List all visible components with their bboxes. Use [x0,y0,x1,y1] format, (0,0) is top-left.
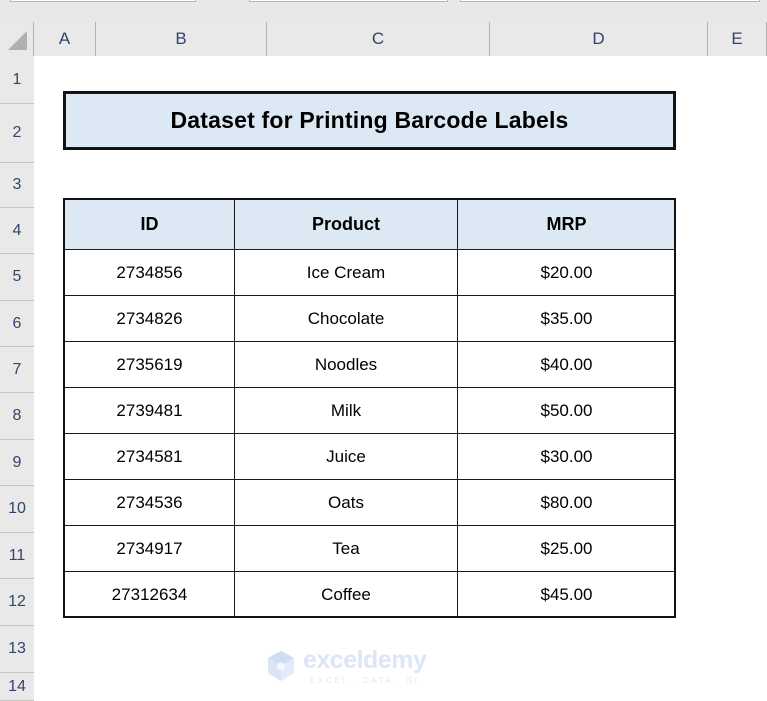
ribbon-strip [0,0,767,22]
table-row[interactable]: 2734826 Chocolate $35.00 [64,295,676,342]
dataset-title-text: Dataset for Printing Barcode Labels [170,107,569,133]
table-row[interactable]: 27312634 Coffee $45.00 [64,571,676,618]
row-header-4[interactable]: 4 [0,208,34,254]
ribbon-control-3[interactable] [460,0,760,2]
dataset-table[interactable]: ID Product MRP 2734856 Ice Cream $20.00 273… [64,199,676,618]
watermark-brand-name: exceldemy [303,645,427,674]
cell-id[interactable]: 2734856 [64,249,235,296]
cell-id[interactable]: 27312634 [64,571,235,618]
cell-mrp[interactable]: $30.00 [457,433,676,480]
table-row[interactable]: 2735619 Noodles $40.00 [64,341,676,388]
table-row[interactable]: 2734536 Oats $80.00 [64,479,676,526]
cell-mrp[interactable]: $80.00 [457,479,676,526]
row-header-7[interactable]: 7 [0,347,34,393]
table-row[interactable]: 2734581 Juice $30.00 [64,433,676,480]
cell-product[interactable]: Oats [234,479,458,526]
cell-product[interactable]: Juice [234,433,458,480]
column-header-e[interactable]: E [708,22,767,56]
column-header-d[interactable]: D [490,22,708,56]
cell-id[interactable]: 2734536 [64,479,235,526]
row-header-2[interactable]: 2 [0,104,34,163]
column-header-c[interactable]: C [267,22,490,56]
table-row[interactable]: 2739481 Milk $50.00 [64,387,676,434]
table-row[interactable]: 2734917 Tea $25.00 [64,525,676,572]
watermark-tagline: EXCEL · DATA · BI [310,674,420,685]
ribbon-control-1[interactable] [10,0,196,2]
column-header-product[interactable]: Product [234,199,458,250]
cell-mrp[interactable]: $50.00 [457,387,676,434]
row-header-5[interactable]: 5 [0,254,34,301]
column-header-b[interactable]: B [96,22,267,56]
cell-product[interactable]: Tea [234,525,458,572]
spreadsheet-grid: ABCDE 1 2 3 4 5 6 7 8 9 10 11 12 13 14 Dataset for Pr… [0,22,767,701]
cell-id[interactable]: 2734917 [64,525,235,572]
column-header-id[interactable]: ID [64,199,235,250]
ribbon-control-2[interactable] [249,0,448,2]
cell-id[interactable]: 2739481 [64,387,235,434]
select-all-button[interactable] [0,22,34,56]
row-header-12[interactable]: 12 [0,579,34,626]
watermark-text: exceldemy EXCEL · DATA · BI [303,645,427,685]
select-all-triangle-icon [8,31,27,50]
cell-mrp[interactable]: $20.00 [457,249,676,296]
exceldemy-watermark: exceldemy EXCEL · DATA · BI [266,645,466,687]
cell-mrp[interactable]: $35.00 [457,295,676,342]
column-header-mrp[interactable]: MRP [457,199,676,250]
cell-product[interactable]: Chocolate [234,295,458,342]
row-header-13[interactable]: 13 [0,626,34,673]
exceldemy-cube-logo-icon [268,651,294,681]
cell-product[interactable]: Milk [234,387,458,434]
table-header-row: ID Product MRP [64,199,676,250]
row-header-9[interactable]: 9 [0,440,34,486]
row-header-band: 1 2 3 4 5 6 7 8 9 10 11 12 13 14 [0,56,34,701]
table-row[interactable]: 2734856 Ice Cream $20.00 [64,249,676,296]
cell-product[interactable]: Ice Cream [234,249,458,296]
column-header-a[interactable]: A [34,22,96,56]
column-header-band: ABCDE [0,22,767,56]
cell-mrp[interactable]: $25.00 [457,525,676,572]
cell-mrp[interactable]: $40.00 [457,341,676,388]
row-header-11[interactable]: 11 [0,533,34,579]
row-header-8[interactable]: 8 [0,393,34,440]
row-header-6[interactable]: 6 [0,301,34,347]
table-body: 2734856 Ice Cream $20.00 2734826 Chocolate $3… [64,249,676,618]
row-header-14[interactable]: 14 [0,673,34,701]
cell-id[interactable]: 2734581 [64,433,235,480]
row-header-1[interactable]: 1 [0,56,34,104]
cell-mrp[interactable]: $45.00 [457,571,676,618]
row-header-3[interactable]: 3 [0,163,34,208]
row-header-10[interactable]: 10 [0,486,34,533]
cell-product[interactable]: Coffee [234,571,458,618]
cell-id[interactable]: 2734826 [64,295,235,342]
dataset-title-banner[interactable]: Dataset for Printing Barcode Labels [64,92,675,149]
cell-product[interactable]: Noodles [234,341,458,388]
cell-id[interactable]: 2735619 [64,341,235,388]
